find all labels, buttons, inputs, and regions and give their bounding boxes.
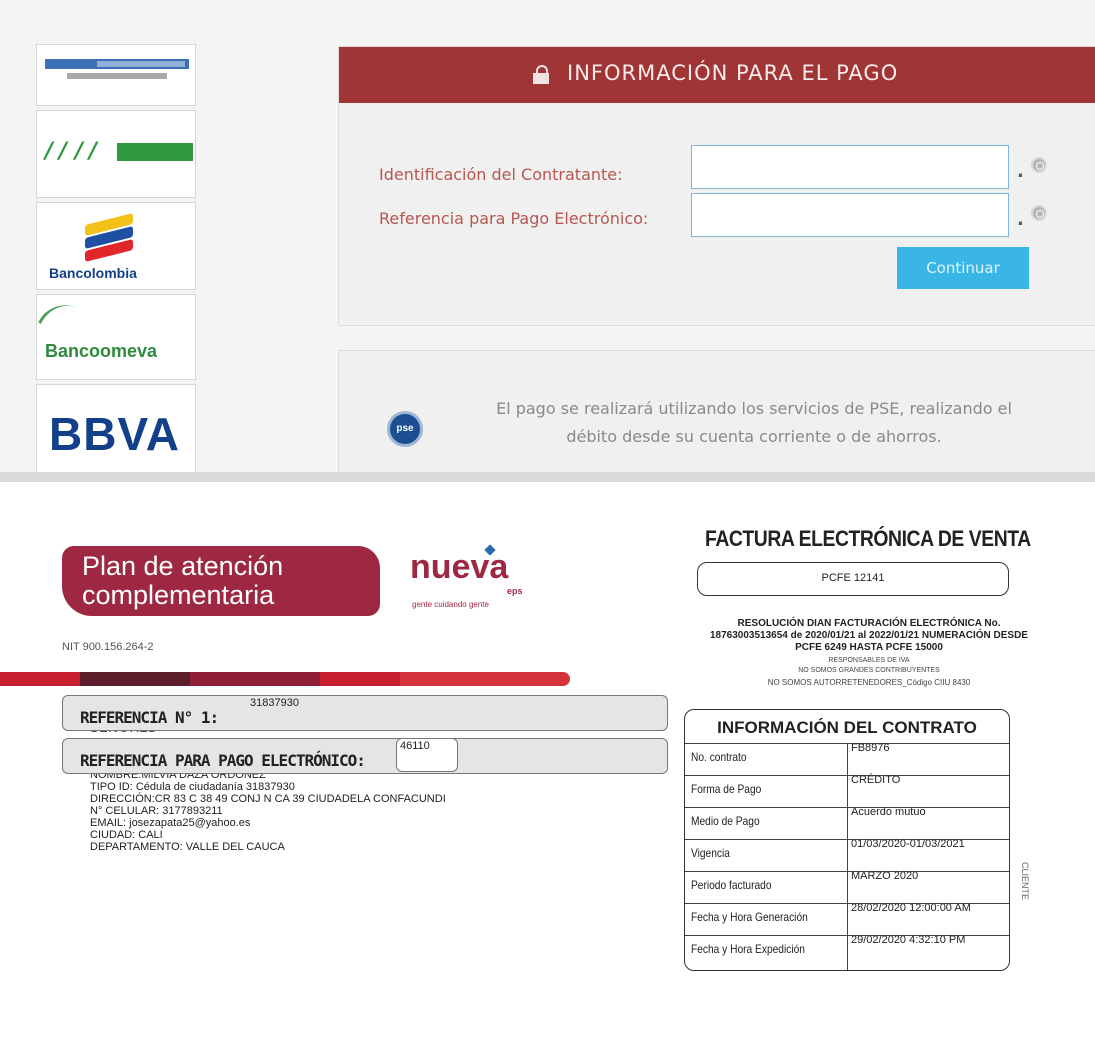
bank-logo-bancoomeva[interactable]: Bancoomeva (36, 294, 196, 380)
contract-label: Periodo facturado (691, 878, 772, 892)
client-details: NOMBRE:MILVIA DAZA ORDOÑEZ TIPO ID: Cédu… (90, 769, 446, 853)
invoice-document: Plan de atención complementaria nueva ep… (0, 482, 1095, 1045)
client-detail-line: EMAIL: josezapata25@yahoo.es (90, 817, 251, 829)
lock-icon (533, 65, 549, 84)
contractor-id-label: Identificación del Contratante: (379, 165, 623, 184)
bank-logo-banner-highlight (97, 61, 185, 67)
help-icon[interactable] (1031, 205, 1047, 221)
tax-note: NO SOMOS GRANDES CONTRIBUYENTES (798, 667, 940, 674)
contract-value: 29/02/2020 4:32:10 PM (851, 934, 966, 946)
client-detail-line: DEPARTAMENTO: VALLE DEL CAUCA (90, 841, 285, 853)
reference-1-label: REFERENCIA N° 1: (80, 708, 219, 727)
pse-info-panel: pse El pago se realizará utilizando los … (338, 350, 1095, 482)
dian-resolution: RESOLUCIÓN DIAN FACTURACIÓN ELECTRÓNICA … (648, 618, 1090, 654)
contract-label: Fecha y Hora Expedición (691, 942, 805, 956)
contract-value: CRÉDITO (851, 774, 901, 786)
contract-label: No. contrato (691, 750, 747, 764)
pse-logo-icon: pse (387, 411, 423, 447)
bank-name: BBVA (49, 408, 180, 460)
contract-info-title: INFORMACIÓN DEL CONTRATO (717, 718, 977, 737)
electronic-reference-label: Referencia para Pago Electrónico: (379, 209, 649, 228)
contract-label: Medio de Pago (691, 814, 760, 828)
table-row: Forma de Pago CRÉDITO (685, 774, 1009, 798)
field-separator: . (1017, 209, 1024, 230)
payment-screen: / / / / Bancolombia Bancoomeva BBVA INFO… (0, 0, 1095, 482)
plan-banner: Plan de atención complementaria (62, 546, 380, 616)
pse-note-line: débito desde su cuenta corriente o de ah… (566, 427, 942, 446)
pse-note: El pago se realizará utilizando los serv… (459, 395, 1049, 451)
plan-title-line: complementaria (82, 580, 275, 610)
table-row: No. contrato FB8976 (685, 742, 1009, 766)
leaf-icon (38, 295, 81, 337)
tax-note: NO SOMOS AUTORRETENEDORES_Código CIIU 84… (767, 678, 971, 687)
pcfe-number: PCFE 12141 (821, 572, 885, 584)
contract-label: Vigencia (691, 846, 730, 860)
help-icon[interactable] (1031, 157, 1047, 173)
client-detail-line: CIUDAD: CALI (90, 829, 163, 841)
contract-label: Fecha y Hora Generación (691, 910, 808, 924)
logo-tagline: gente cuidando gente (412, 600, 489, 609)
resolution-line: PCFE 6249 HASTA PCFE 15000 (795, 642, 943, 653)
nit-number: NIT 900.156.264-2 (62, 641, 154, 653)
bank-logo-banco-agrario[interactable]: / / / / (36, 110, 196, 198)
reference-2-value: 46110 (400, 740, 430, 752)
bancolombia-flag-icon (85, 213, 133, 262)
invoice-title: FACTURA ELECTRÓNICA DE VENTA (705, 526, 1031, 551)
client-detail-line: N° CELULAR: 3177893211 (90, 805, 223, 817)
contract-value: MARZO 2020 (851, 870, 919, 882)
bank-name: Bancoomeva (45, 341, 158, 361)
reference-2-label: REFERENCIA PARA PAGO ELECTRÓNICO: (80, 751, 366, 770)
payment-info-header: INFORMACIÓN PARA EL PAGO (339, 47, 1095, 103)
contract-value: Acuerdo mutuo (851, 806, 926, 818)
bank-logo-bbva[interactable]: BBVA (36, 384, 196, 482)
logo-suffix: eps (507, 586, 523, 596)
bank-logo-tagline (67, 73, 167, 79)
resolution-line: RESOLUCIÓN DIAN FACTURACIÓN ELECTRÓNICA … (737, 618, 1001, 629)
table-row: Fecha y Hora Expedición 29/02/2020 4:32:… (685, 934, 1009, 958)
section-divider (0, 472, 1095, 482)
bank-logo-mark: / / / / (45, 141, 193, 163)
client-detail-line: TIPO ID: Cédula de ciudadanía 31837930 (90, 781, 295, 793)
field-separator: . (1017, 161, 1024, 182)
resolution-line: 18763003513654 de 2020/01/21 al 2022/01/… (710, 630, 1028, 641)
contract-label: Forma de Pago (691, 782, 762, 796)
payment-info-title: INFORMACIÓN PARA EL PAGO (567, 61, 899, 85)
brand-stripe (0, 672, 570, 686)
nueva-eps-logo: nueva (410, 548, 509, 586)
contract-value: 01/03/2020-01/03/2021 (851, 838, 965, 850)
contractor-id-input[interactable] (691, 145, 1009, 189)
bank-logo-bancolombia[interactable]: Bancolombia (36, 202, 196, 290)
contract-value: FB8976 (851, 742, 890, 754)
bank-logo-banco-de-occidente[interactable] (36, 44, 196, 106)
table-row: Fecha y Hora Generación 28/02/2020 12:00… (685, 902, 1009, 926)
table-row: Periodo facturado MARZO 2020 (685, 870, 1009, 894)
pse-note-line: El pago se realizará utilizando los serv… (496, 399, 1012, 418)
tax-note: RESPONSABLES DE IVA (828, 657, 910, 664)
bank-name: Bancolombia (49, 265, 137, 281)
table-row: Medio de Pago Acuerdo mutuo (685, 806, 1009, 830)
client-detail-line: DIRECCIÓN:CR 83 C 38 49 CONJ N CA 39 CIU… (90, 793, 446, 805)
electronic-reference-input[interactable] (691, 193, 1009, 237)
contract-value: 28/02/2020 12:00:00 AM (851, 902, 971, 914)
payment-info-panel: INFORMACIÓN PARA EL PAGO Identificación … (338, 46, 1095, 326)
table-row: Vigencia 01/03/2020-01/03/2021 (685, 838, 1009, 862)
continue-button[interactable]: Continuar (897, 247, 1029, 289)
pcfe-box: PCFE 12141 (697, 562, 1009, 596)
contract-info-table: INFORMACIÓN DEL CONTRATO No. contrato FB… (684, 709, 1010, 971)
reference-1-value: 31837930 (250, 697, 299, 709)
copy-label: CLIENTE (1020, 862, 1030, 901)
plan-title-line: Plan de atención (82, 551, 284, 581)
